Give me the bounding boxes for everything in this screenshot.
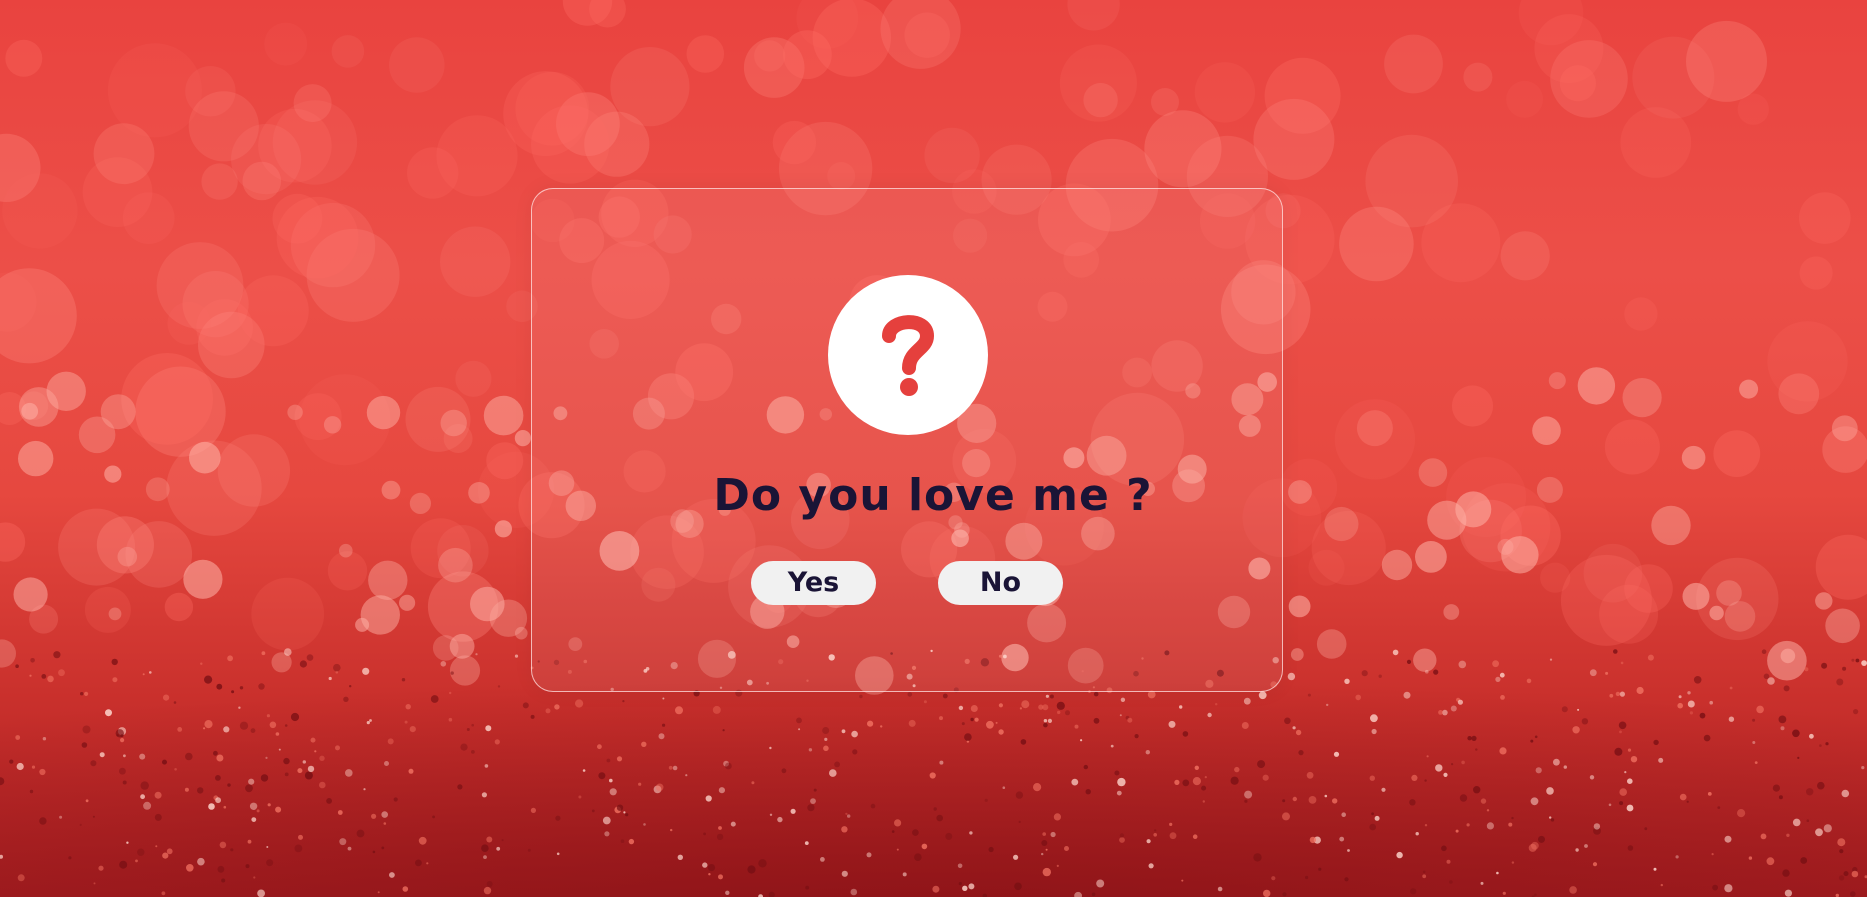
question-icon-circle: [828, 275, 988, 435]
question-mark-icon: [882, 315, 935, 396]
yes-button[interactable]: Yes: [751, 561, 876, 605]
dialog-card: [531, 188, 1283, 692]
question-title: Do you love me ?: [713, 470, 1153, 521]
no-button[interactable]: No: [938, 561, 1063, 605]
